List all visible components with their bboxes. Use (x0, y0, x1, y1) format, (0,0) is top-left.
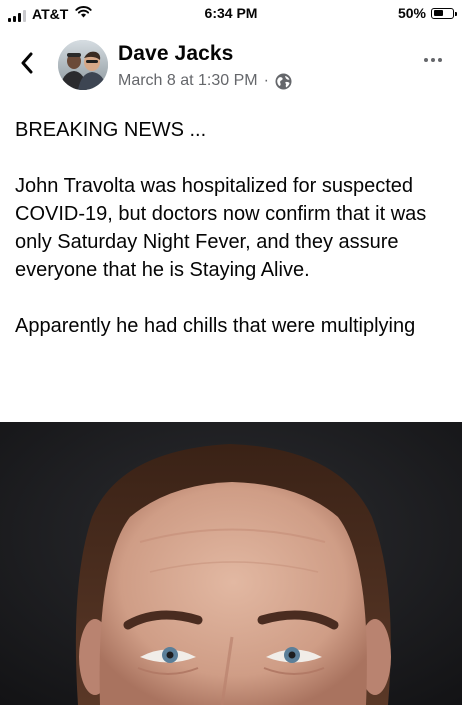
globe-icon (275, 73, 292, 90)
post-meta: March 8 at 1:30 PM · (118, 72, 292, 90)
chevron-left-icon (21, 52, 33, 74)
clock: 6:34 PM (204, 5, 258, 21)
battery-percent: 50% (397, 5, 426, 21)
post-paragraph: BREAKING NEWS ... (15, 119, 207, 141)
status-bar: AT&T 6:34 PM 50% (0, 0, 462, 30)
post-timestamp[interactable]: March 8 at 1:30 PM (118, 72, 258, 90)
meta-separator: · (263, 72, 269, 89)
post-photo[interactable] (0, 422, 462, 705)
post-header: Dave Jacks March 8 at 1:30 PM · (0, 34, 462, 98)
post-paragraph: Apparently he had chills that were multi… (15, 315, 416, 337)
post-paragraph: John Travolta was hospitalized for suspe… (15, 175, 427, 281)
author-name[interactable]: Dave Jacks (118, 42, 233, 66)
more-options-button[interactable] (420, 54, 446, 66)
back-button[interactable] (12, 48, 42, 78)
post-text: BREAKING NEWS ... John Travolta was hosp… (15, 116, 447, 340)
battery-fill (433, 10, 443, 16)
battery-icon (431, 7, 457, 19)
status-right: 50% (397, 5, 457, 21)
avatar[interactable] (58, 40, 108, 90)
